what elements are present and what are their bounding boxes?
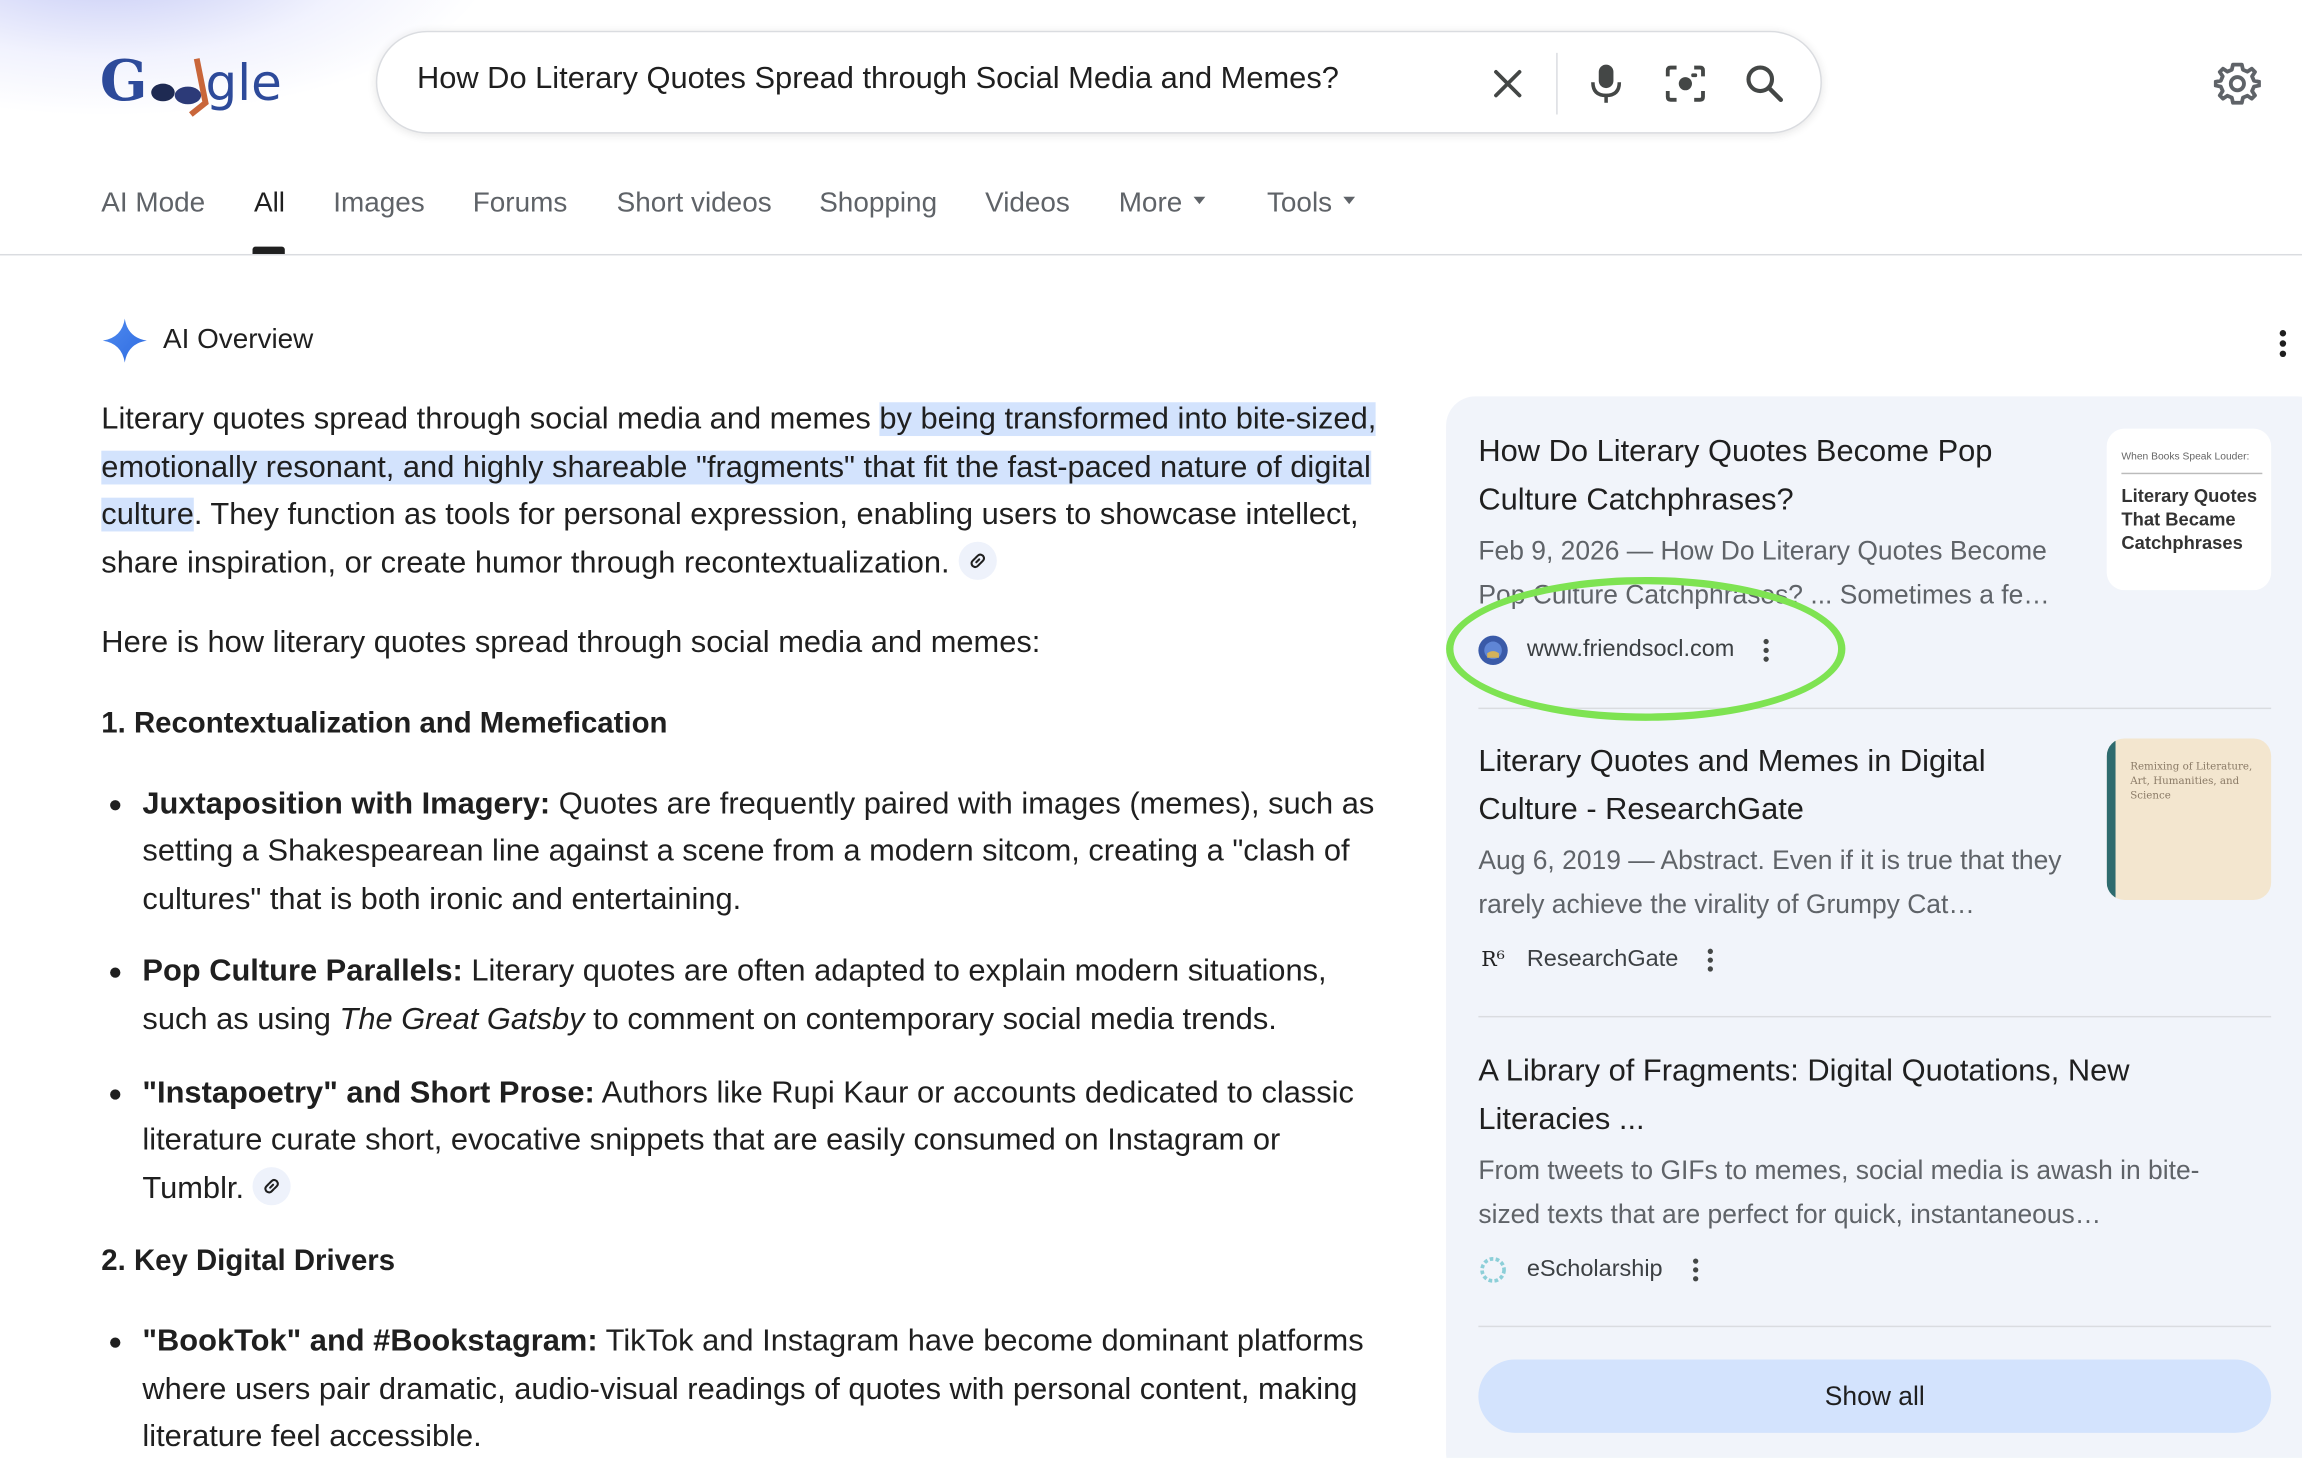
- thumbnail-title: Literary Quotes That Became Catchphrases: [2121, 485, 2258, 554]
- tab-ai-mode[interactable]: AI Mode: [101, 188, 205, 220]
- ai-overview-more-icon[interactable]: [2268, 326, 2297, 361]
- list-item: "Instapoetry" and Short Prose: Authors l…: [101, 1070, 1386, 1214]
- section-heading-1: 1. Recontextualization and Memefication: [101, 707, 668, 740]
- tab-more-label: More: [1118, 187, 1183, 219]
- card-divider: [1478, 1325, 2272, 1328]
- source-snippet: From tweets to GIFs to memes, social med…: [1478, 1155, 2200, 1230]
- tab-tools[interactable]: Tools: [1267, 188, 1356, 220]
- source-thumbnail[interactable]: When Books Speak Louder: Literary Quotes…: [2106, 428, 2272, 591]
- globe-favicon-icon: [1478, 635, 1508, 666]
- intro-text-start: Literary quotes spread through social me…: [101, 402, 880, 437]
- source-site-name[interactable]: ResearchGate: [1527, 947, 1678, 973]
- source-snippet: Aug 6, 2019 — Abstract. Even if it is tr…: [1478, 845, 2062, 920]
- tools-dropdown-icon: [1343, 197, 1356, 205]
- tab-shopping[interactable]: Shopping: [819, 188, 937, 220]
- thumbnail-kicker: When Books Speak Louder:: [2121, 452, 2250, 463]
- card-divider: [1478, 707, 2272, 710]
- list-item-term: "BookTok" and #Bookstagram:: [142, 1324, 598, 1358]
- citation-link-icon[interactable]: [958, 542, 997, 581]
- thumbnail-spine: [2106, 738, 2116, 900]
- source-title[interactable]: Literary Quotes and Memes in Digital Cul…: [1478, 738, 2080, 834]
- clear-icon[interactable]: [1481, 57, 1534, 110]
- svg-text:G: G: [100, 49, 148, 114]
- gemini-sparkle-icon: [102, 318, 147, 363]
- section-heading-2: 2. Key Digital Drivers: [101, 1245, 396, 1278]
- search-box[interactable]: [375, 30, 1822, 134]
- search-divider: [1556, 52, 1558, 115]
- tab-forums[interactable]: Forums: [473, 188, 568, 220]
- source-more-icon[interactable]: [1689, 1256, 1701, 1285]
- card-divider: [1478, 1015, 2272, 1018]
- list-item-term: Juxtaposition with Imagery:: [142, 786, 551, 821]
- book-title: The Great Gatsby: [339, 1002, 585, 1037]
- source-site-row: eScholarship: [1478, 1251, 2271, 1289]
- tab-tools-label: Tools: [1266, 187, 1333, 219]
- source-title[interactable]: A Library of Fragments: Digital Quotatio…: [1478, 1048, 2256, 1144]
- list-item: Pop Culture Parallels: Literary quotes a…: [101, 949, 1386, 1045]
- more-dropdown-icon: [1194, 197, 1206, 205]
- list-item-term: "Instapoetry" and Short Prose:: [142, 1075, 595, 1110]
- researchgate-favicon-icon: R⁶: [1481, 948, 1505, 973]
- ai-overview-header: AI Overview: [101, 317, 313, 364]
- ai-overview-body: Literary quotes spread through social me…: [101, 396, 1386, 1457]
- source-thumbnail[interactable]: Remixing of Literature, Art, Humanities,…: [2106, 738, 2272, 900]
- source-title[interactable]: How Do Literary Quotes Become Pop Cultur…: [1478, 429, 2080, 525]
- svg-text:gle: gle: [206, 54, 282, 112]
- lens-camera-icon[interactable]: [1659, 57, 1712, 110]
- section-1-list: Juxtaposition with Imagery: Quotes are f…: [101, 780, 1386, 1213]
- source-site-row: www.friendsocl.com: [1478, 632, 2271, 670]
- source-more-icon[interactable]: [1705, 946, 1717, 975]
- list-item-text-end: to comment on contemporary social media …: [584, 1002, 1277, 1037]
- tab-short-videos[interactable]: Short videos: [617, 188, 772, 220]
- source-site-name[interactable]: www.friendsocl.com: [1527, 637, 1735, 663]
- tab-more[interactable]: More: [1119, 188, 1206, 220]
- intro-paragraph: Literary quotes spread through social me…: [101, 396, 1386, 587]
- thumbnail-rule: [2121, 472, 2263, 475]
- source-site-row: R⁶ ResearchGate: [1478, 941, 2271, 979]
- source-card-researchgate[interactable]: Literary Quotes and Memes in Digital Cul…: [1478, 738, 2272, 979]
- active-tab-indicator: [252, 246, 285, 254]
- tab-images[interactable]: Images: [333, 188, 424, 220]
- escholarship-favicon-icon: [1478, 1256, 1507, 1285]
- show-all-button[interactable]: Show all: [1478, 1359, 2272, 1433]
- source-more-icon[interactable]: [1761, 636, 1773, 665]
- citation-link-icon[interactable]: [252, 1167, 292, 1206]
- section-2-list: "BookTok" and #Bookstagram: TikTok and I…: [101, 1318, 1386, 1458]
- ai-overview-title: AI Overview: [162, 324, 314, 356]
- microphone-icon[interactable]: [1580, 57, 1633, 110]
- settings-gear-icon[interactable]: [2209, 56, 2265, 112]
- intro-text-end: . They function as tools for personal ex…: [101, 497, 1359, 580]
- tabs-divider: [0, 253, 2302, 256]
- lead-paragraph: Here is how literary quotes spread throu…: [101, 625, 1041, 660]
- source-card-friendsocl[interactable]: How Do Literary Quotes Become Pop Cultur…: [1478, 428, 2272, 670]
- source-snippet: Feb 9, 2026 — How Do Literary Quotes Bec…: [1478, 536, 2050, 610]
- tab-videos[interactable]: Videos: [985, 188, 1070, 220]
- tab-all[interactable]: All: [254, 188, 285, 220]
- list-item-term: Pop Culture Parallels:: [142, 954, 463, 989]
- sources-panel: How Do Literary Quotes Become Pop Cultur…: [1446, 396, 2302, 1458]
- list-item: Juxtaposition with Imagery: Quotes are f…: [101, 780, 1386, 924]
- google-doodle-logo[interactable]: G gle: [100, 44, 291, 117]
- source-site-name[interactable]: eScholarship: [1527, 1257, 1663, 1283]
- thumbnail-title: Remixing of Literature, Art, Humanities,…: [2130, 760, 2253, 802]
- list-item: "BookTok" and #Bookstagram: TikTok and I…: [101, 1318, 1386, 1458]
- search-input[interactable]: [416, 61, 1474, 97]
- source-card-escholarship[interactable]: A Library of Fragments: Digital Quotatio…: [1478, 1048, 2271, 1289]
- search-icon[interactable]: [1738, 57, 1791, 110]
